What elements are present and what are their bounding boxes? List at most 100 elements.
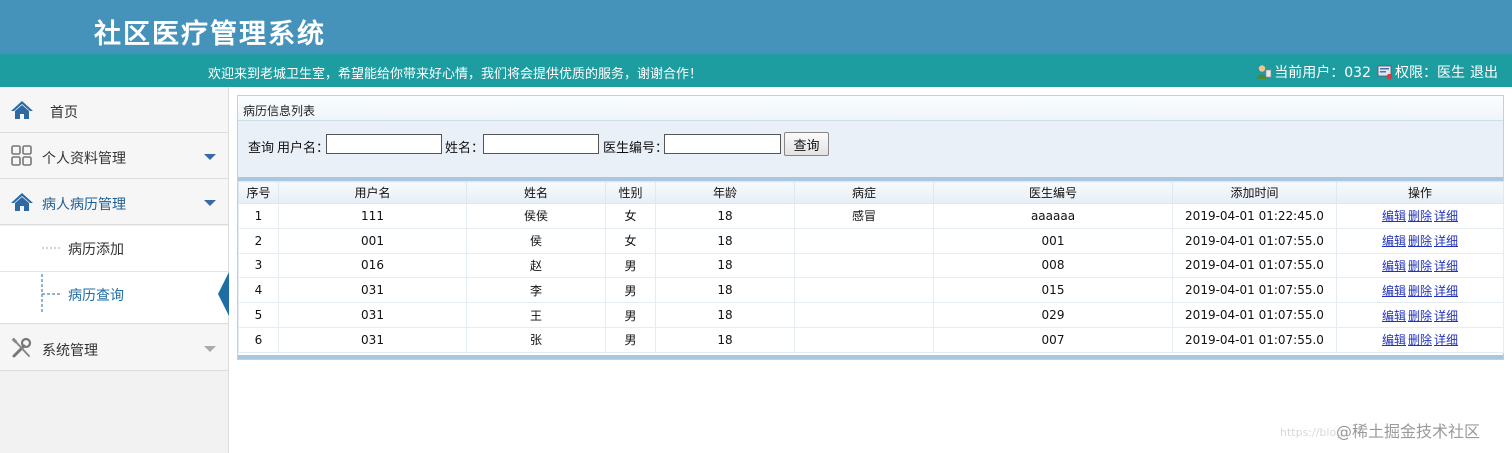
record-list-panel: 病历信息列表 查询 用户名： 姓名： 医生编号： 查询 序号 用户名 姓名 性别…	[237, 95, 1504, 360]
info-bar: 欢迎来到老城卫生室，希望能给你带来好心情，我们将会提供优质的服务，谢谢合作！ 当…	[0, 54, 1512, 87]
permission-icon	[1377, 65, 1393, 80]
submenu-item-add-record[interactable]: 病历添加	[0, 226, 228, 270]
cell-disease	[794, 227, 934, 254]
cell-doctor-id: 029	[933, 302, 1173, 328]
detail-link[interactable]: 详细	[1434, 209, 1458, 223]
cell-gender: 女	[605, 203, 656, 229]
edit-link[interactable]: 编辑	[1382, 234, 1406, 248]
detail-link[interactable]: 详细	[1434, 259, 1458, 273]
cell-doctor-id: 001	[933, 227, 1173, 254]
cell-username: 001	[278, 227, 467, 254]
cell-actions: 编辑 删除 详细	[1336, 227, 1504, 254]
cell-username: 031	[278, 302, 467, 328]
cell-time: 2019-04-01 01:07:55.0	[1172, 227, 1337, 254]
cell-time: 2019-04-01 01:07:55.0	[1172, 277, 1337, 304]
cell-no: 1	[238, 203, 279, 229]
chevron-down-icon	[204, 154, 216, 160]
detail-link[interactable]: 详细	[1434, 309, 1458, 323]
edit-link[interactable]: 编辑	[1382, 333, 1406, 347]
sidebar-item-system[interactable]: 系统管理	[0, 325, 228, 371]
cell-username: 111	[278, 203, 467, 229]
records-table: 序号 用户名 姓名 性别 年龄 病症 医生编号 添加时间 操作 1 111 侯侯…	[238, 181, 1504, 353]
cell-age: 18	[655, 326, 795, 353]
column-header: 年龄	[655, 181, 795, 204]
home-icon	[11, 193, 33, 211]
cell-time: 2019-04-01 01:07:55.0	[1172, 252, 1337, 279]
watermark-url: https://blog	[1280, 426, 1344, 439]
doctor-id-input[interactable]	[664, 134, 781, 154]
cell-time: 2019-04-01 01:07:55.0	[1172, 326, 1337, 353]
delete-link[interactable]: 删除	[1408, 209, 1432, 223]
app-header: 社区医疗管理系统	[0, 0, 1512, 54]
chevron-down-icon	[204, 200, 216, 206]
home-icon	[11, 101, 33, 119]
search-bar: 查询 用户名： 姓名： 医生编号： 查询	[238, 121, 1503, 177]
submenu-item-query-record[interactable]: 病历查询	[0, 272, 228, 316]
sidebar-item-home[interactable]: 首页	[0, 87, 228, 133]
logout-link[interactable]: 退出	[1470, 62, 1498, 82]
cell-doctor-id: 007	[933, 326, 1173, 353]
column-header: 病症	[794, 181, 934, 204]
table-row: 2 001 侯 女 18 001 2019-04-01 01:07:55.0 编…	[238, 227, 1504, 254]
cell-disease	[794, 326, 934, 353]
tree-connector-icon	[41, 274, 62, 314]
cell-actions: 编辑 删除 详细	[1336, 326, 1504, 353]
search-prefix-label: 查询	[248, 141, 275, 156]
search-button[interactable]: 查询	[784, 132, 829, 156]
column-header: 操作	[1336, 181, 1504, 204]
column-header: 添加时间	[1172, 181, 1337, 204]
cell-age: 18	[655, 227, 795, 254]
edit-link[interactable]: 编辑	[1382, 209, 1406, 223]
cell-gender: 女	[605, 227, 656, 254]
delete-link[interactable]: 删除	[1408, 333, 1432, 347]
edit-link[interactable]: 编辑	[1382, 284, 1406, 298]
detail-link[interactable]: 详细	[1434, 284, 1458, 298]
cell-age: 18	[655, 203, 795, 229]
permission-label: 权限：医生	[1395, 65, 1465, 81]
cell-actions: 编辑 删除 详细	[1336, 203, 1504, 229]
cell-username: 016	[278, 252, 467, 279]
records-submenu: 病历添加 病历查询	[0, 226, 228, 324]
delete-link[interactable]: 删除	[1408, 259, 1432, 273]
delete-link[interactable]: 删除	[1408, 309, 1432, 323]
detail-link[interactable]: 详细	[1434, 234, 1458, 248]
watermark: @稀土掘金技术社区	[1336, 422, 1481, 441]
sidebar-item-label: 首页	[50, 105, 78, 121]
submenu-item-label: 病历添加	[68, 242, 124, 258]
detail-link[interactable]: 详细	[1434, 333, 1458, 347]
grid-icon	[11, 145, 32, 166]
active-indicator	[218, 272, 229, 316]
cell-username: 031	[278, 277, 467, 304]
cell-no: 6	[238, 326, 279, 353]
username-input[interactable]	[326, 134, 442, 154]
cell-gender: 男	[605, 277, 656, 304]
edit-link[interactable]: 编辑	[1382, 309, 1406, 323]
sidebar-item-records[interactable]: 病人病历管理	[0, 179, 228, 225]
column-header: 序号	[238, 181, 279, 204]
column-header: 医生编号	[933, 181, 1173, 204]
name-label: 姓名：	[445, 141, 485, 156]
sidebar-item-profile[interactable]: 个人资料管理	[0, 133, 228, 179]
table-header-row: 序号 用户名 姓名 性别 年龄 病症 医生编号 添加时间 操作	[238, 181, 1504, 204]
cell-gender: 男	[605, 302, 656, 328]
table-row: 4 031 李 男 18 015 2019-04-01 01:07:55.0 编…	[238, 277, 1504, 304]
doctor-id-label: 医生编号：	[603, 141, 669, 156]
delete-link[interactable]: 删除	[1408, 234, 1432, 248]
table-row: 3 016 赵 男 18 008 2019-04-01 01:07:55.0 编…	[238, 252, 1504, 279]
delete-link[interactable]: 删除	[1408, 284, 1432, 298]
cell-actions: 编辑 删除 详细	[1336, 252, 1504, 279]
panel-title: 病历信息列表	[243, 104, 316, 118]
cell-age: 18	[655, 252, 795, 279]
cell-actions: 编辑 删除 详细	[1336, 302, 1504, 328]
user-icon	[1257, 65, 1272, 79]
cell-no: 2	[238, 227, 279, 254]
panel-header: 病历信息列表	[238, 96, 1503, 121]
welcome-message: 欢迎来到老城卫生室，希望能给你带来好心情，我们将会提供优质的服务，谢谢合作！	[208, 67, 703, 82]
cell-time: 2019-04-01 01:07:55.0	[1172, 302, 1337, 328]
name-input[interactable]	[483, 134, 599, 154]
wrench-icon	[11, 337, 32, 358]
cell-disease	[794, 252, 934, 279]
cell-gender: 男	[605, 252, 656, 279]
cell-no: 4	[238, 277, 279, 304]
edit-link[interactable]: 编辑	[1382, 259, 1406, 273]
